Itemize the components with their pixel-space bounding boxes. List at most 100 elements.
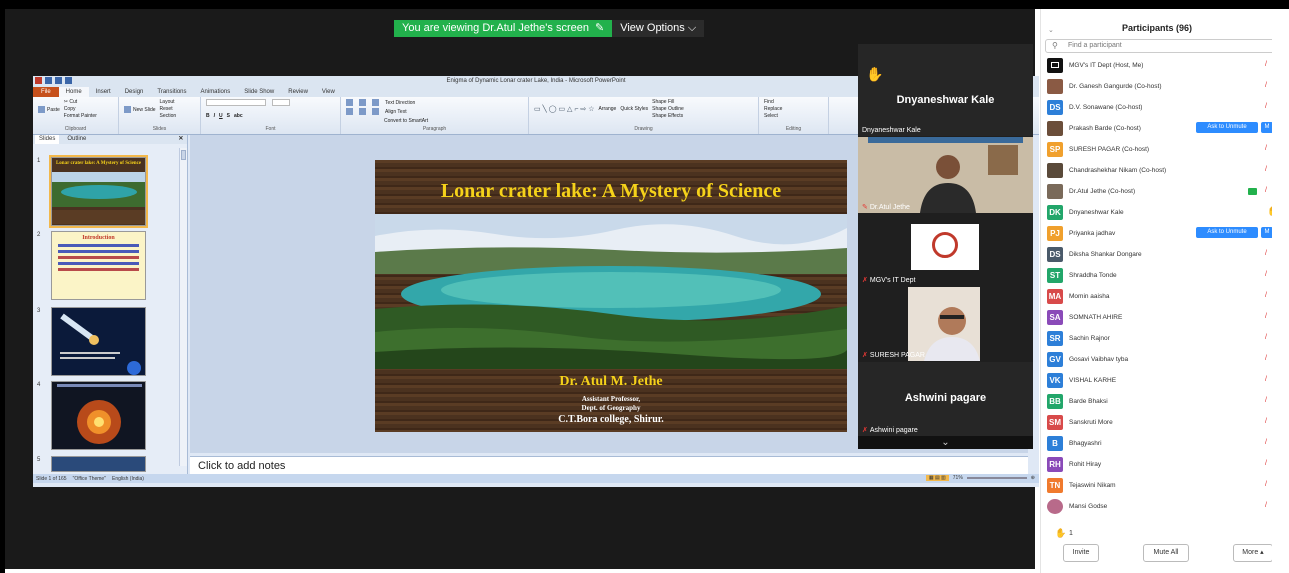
shadow-button[interactable]: S: [227, 113, 230, 119]
participant-row[interactable]: VK VISHAL KARHE /: [1041, 371, 1272, 391]
shape-effects-button[interactable]: Shape Effects: [652, 113, 684, 119]
view-buttons[interactable]: ▦ ▤ ▥: [925, 475, 949, 481]
slide-thumbnail-5[interactable]: [51, 456, 146, 472]
select-button[interactable]: Select: [764, 113, 823, 119]
tab-outline[interactable]: Outline: [63, 135, 90, 144]
arrange-button[interactable]: Arrange: [599, 106, 617, 112]
replace-button[interactable]: Replace: [764, 106, 823, 112]
participant-row[interactable]: MGV's IT Dept (Host, Me) /: [1041, 56, 1272, 76]
ask-to-unmute-button[interactable]: Ask to Unmute: [1196, 122, 1258, 133]
tab-slide-show[interactable]: Slide Show: [237, 89, 281, 95]
strike-button[interactable]: abc: [234, 113, 243, 119]
format-painter-button[interactable]: Format Painter: [64, 113, 97, 119]
redo-icon[interactable]: [65, 77, 72, 84]
new-slide-button[interactable]: New Slide: [124, 105, 156, 113]
participant-row[interactable]: PJ Priyanka jadhav Ask to Unmute M: [1041, 224, 1272, 244]
video-tile-3[interactable]: ✗ MGV's IT Dept: [858, 214, 1033, 286]
participant-row[interactable]: ST Shraddha Tonde /: [1041, 266, 1272, 286]
save-icon[interactable]: [45, 77, 52, 84]
tab-design[interactable]: Design: [118, 89, 151, 95]
paste-button[interactable]: Paste: [38, 105, 60, 113]
participant-row[interactable]: GV Gosavi Vaibhav tyba /: [1041, 350, 1272, 370]
participant-row[interactable]: BB Barde Bhaksi /: [1041, 392, 1272, 412]
mic-icon: /: [1265, 334, 1267, 341]
font-name-box[interactable]: [206, 99, 266, 106]
cut-button[interactable]: ✂ Cut: [64, 99, 97, 105]
participant-row[interactable]: TN Tejaswini Nikam /: [1041, 476, 1272, 496]
participant-row[interactable]: Dr. Ganesh Gangurde (Co-host) /: [1041, 77, 1272, 97]
participant-row[interactable]: DS Diksha Shankar Dongare /: [1041, 245, 1272, 265]
zoom-level[interactable]: 71%: [953, 475, 963, 481]
video-tile-4[interactable]: ✗ SURESH PAGAR: [858, 287, 1033, 361]
find-button[interactable]: Find: [764, 99, 823, 105]
align-left-icon[interactable]: [346, 108, 353, 116]
participant-search-input[interactable]: ⚲ Find a participant: [1045, 39, 1272, 53]
underline-button[interactable]: U: [219, 113, 223, 119]
convert-smartart-button[interactable]: Convert to SmartArt: [384, 118, 428, 124]
font-size-box[interactable]: [272, 99, 290, 106]
participant-row[interactable]: SA SOMNATH AHIRE /: [1041, 308, 1272, 328]
tab-file[interactable]: File: [33, 87, 59, 97]
invite-button[interactable]: Invite: [1063, 544, 1099, 562]
tab-transitions[interactable]: Transitions: [150, 89, 193, 95]
shape-outline-button[interactable]: Shape Outline: [652, 106, 684, 112]
slide-thumbnail-2[interactable]: Introduction: [51, 231, 146, 300]
reset-button[interactable]: Reset: [160, 106, 177, 112]
participant-row[interactable]: B Bhagyashri /: [1041, 434, 1272, 454]
slides-pane-scrollbar[interactable]: [179, 148, 187, 466]
align-right-icon[interactable]: [372, 108, 379, 116]
participant-row[interactable]: SM Sanskruti More /: [1041, 413, 1272, 433]
participant-row[interactable]: Chandrashekhar Nikam (Co-host) /: [1041, 161, 1272, 181]
align-text-button[interactable]: Align Text: [385, 109, 407, 115]
text-direction-button[interactable]: Text Direction: [385, 100, 415, 106]
section-button[interactable]: Section: [160, 113, 177, 119]
quick-styles-button[interactable]: Quick Styles: [620, 106, 648, 112]
indent-icon[interactable]: [372, 99, 379, 106]
participant-row[interactable]: Mansi Godse /: [1041, 497, 1272, 517]
tab-animations[interactable]: Animations: [194, 89, 238, 95]
participant-row[interactable]: DK Dnyaneshwar Kale ✋: [1041, 203, 1272, 223]
more-button[interactable]: More ▴: [1233, 544, 1272, 562]
ask-to-unmute-button[interactable]: Ask to Unmute: [1196, 227, 1258, 238]
fit-slide-icon[interactable]: ⊕: [1031, 475, 1035, 481]
italic-button[interactable]: I: [214, 113, 215, 119]
more-options-button[interactable]: M: [1261, 122, 1272, 133]
bullets-icon[interactable]: [346, 99, 353, 106]
participant-row[interactable]: Prakash Barde (Co-host) Ask to Unmute M: [1041, 119, 1272, 139]
center-icon[interactable]: [359, 108, 366, 116]
tab-home[interactable]: Home: [58, 87, 89, 97]
tab-insert[interactable]: Insert: [89, 89, 118, 95]
shapes-gallery[interactable]: ▭ ╲ ◯ ▭ △ ⌐ ⇨ ☆: [534, 105, 595, 113]
slide-thumbnail-4[interactable]: [51, 381, 146, 450]
video-tile-2[interactable]: ✎ Dr.Atul Jethe: [858, 137, 1033, 213]
layout-button[interactable]: Layout: [160, 99, 177, 105]
more-options-button[interactable]: M: [1261, 227, 1272, 238]
bold-button[interactable]: B: [206, 113, 210, 119]
view-options-button[interactable]: View Options ⌵: [612, 20, 705, 37]
slide-thumbnail-3[interactable]: [51, 307, 146, 376]
video-tile-1[interactable]: ✋ Dnyaneshwar Kale Dnyaneshwar Kale: [858, 44, 1033, 136]
participant-row[interactable]: MA Momin aaisha /: [1041, 287, 1272, 307]
participant-row[interactable]: SP SURESH PAGAR (Co-host) /: [1041, 140, 1272, 160]
shape-fill-button[interactable]: Shape Fill: [652, 99, 684, 105]
numbering-icon[interactable]: [359, 99, 366, 106]
participant-row[interactable]: Dr.Atul Jethe (Co-host) /: [1041, 182, 1272, 202]
participants-footer: ✋ 1 Invite Mute All More ▴: [1041, 528, 1272, 573]
close-pane-icon[interactable]: ✕: [174, 135, 187, 144]
tab-slides[interactable]: Slides: [35, 135, 60, 144]
video-tile-5[interactable]: Ashwini pagare ✗ Ashwini pagare: [858, 362, 1033, 436]
scroll-thumb[interactable]: [181, 150, 186, 160]
tab-review[interactable]: Review: [281, 89, 315, 95]
zoom-slider[interactable]: [966, 477, 1027, 479]
mute-all-button[interactable]: Mute All: [1143, 544, 1189, 562]
current-slide[interactable]: Lonar crater lake: A Mystery of Science: [375, 160, 847, 432]
tab-view[interactable]: View: [315, 89, 342, 95]
participant-row[interactable]: DS D.V. Sonawane (Co-host) /: [1041, 98, 1272, 118]
gallery-scroll-down-button[interactable]: ⌄: [858, 436, 1033, 449]
participant-row[interactable]: RH Rohit Hiray /: [1041, 455, 1272, 475]
slide-thumbnail-1[interactable]: Lonar crater lake: A Mystery of Science: [49, 155, 148, 228]
copy-button[interactable]: Copy: [64, 106, 97, 112]
undo-icon[interactable]: [55, 77, 62, 84]
notes-pane[interactable]: Click to add notes: [190, 456, 1028, 475]
participant-row[interactable]: SR Sachin Rajnor /: [1041, 329, 1272, 349]
